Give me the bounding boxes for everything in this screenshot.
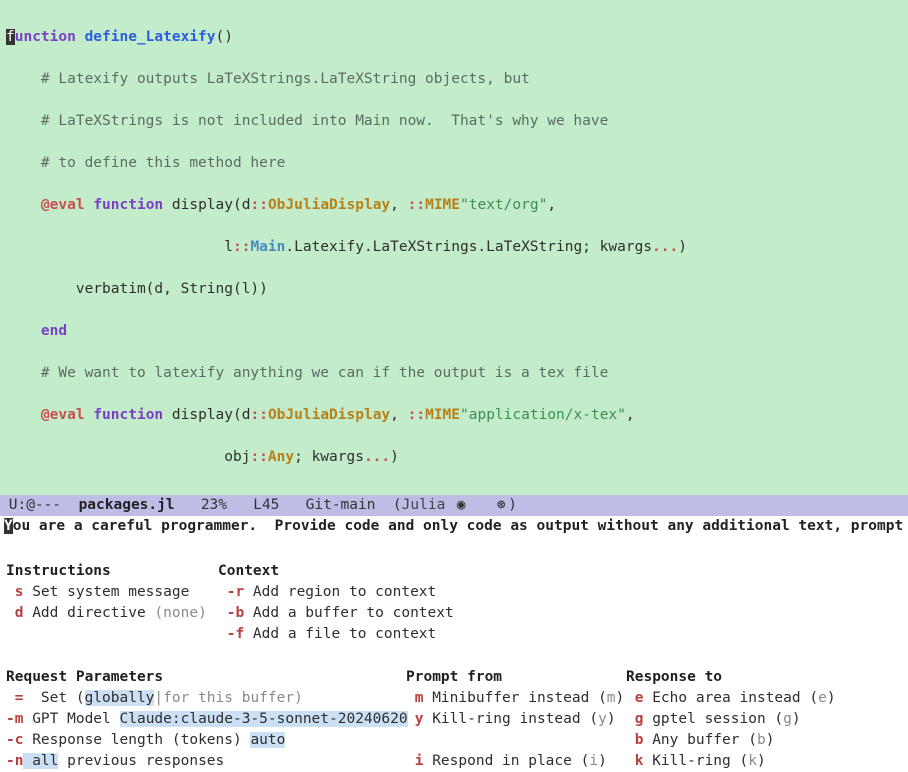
key-k: k (635, 753, 644, 769)
menu-item-add-buffer[interactable]: -b Add a buffer to context (218, 603, 468, 624)
code-line: @eval function display(d::ObJuliaDisplay… (6, 405, 908, 426)
module-main: Main (250, 239, 285, 255)
menu-item-resp-killring[interactable]: k Kill-ring (k) (626, 751, 876, 772)
modeline-vc: Git-main (306, 497, 376, 513)
type: ObJuliaDisplay (268, 407, 390, 423)
keyword-function: function (93, 407, 163, 423)
code-line: function define_Latexify() (6, 27, 908, 48)
key-f: -f (227, 626, 244, 642)
code-line: l::Main.Latexify.LaTeXStrings.LaTeXStrin… (6, 237, 908, 258)
type: ObJuliaDisplay (268, 197, 390, 213)
modeline-icon: ◉ (454, 495, 468, 516)
menu-item-add-file[interactable]: -f Add a file to context (218, 624, 468, 645)
minibuffer-cursor: Y (4, 518, 13, 534)
modeline-line: L45 (253, 497, 279, 513)
keyword-function: function (93, 197, 163, 213)
menu-item-set-system[interactable]: s Set system message (6, 582, 206, 603)
section-instructions: Instructions (6, 561, 206, 582)
menu-item-response-length[interactable]: -c Response length (tokens) auto (6, 730, 406, 751)
section-response-to: Response to (626, 667, 876, 688)
key-c-flag: -c (6, 732, 23, 748)
section-request-params: Request Parameters (6, 667, 406, 688)
keyword-function: unction (15, 29, 76, 45)
menu-item-resp-gptel[interactable]: g gptel session (g) (626, 709, 876, 730)
menu-item-add-directive[interactable]: d Add directive (none) (6, 603, 206, 624)
prev-responses-value: all (23, 753, 58, 769)
menu-item-prev-responses[interactable]: -n all previous responses (6, 751, 406, 772)
keyword-end: end (41, 323, 67, 339)
type: MIME (425, 407, 460, 423)
key-equals: = (6, 690, 23, 706)
key-y: y (415, 711, 424, 727)
modeline-mode: Julia (402, 497, 446, 513)
code-line: obj::Any; kwargs...) (6, 447, 908, 468)
modeline-filename: packages.jl (70, 497, 175, 513)
comment: # LaTeXStrings is not included into Main… (6, 111, 908, 132)
code-line: verbatim(d, String(l)) (6, 279, 908, 300)
menu-item-resp-echo[interactable]: e Echo area instead (e) (626, 688, 876, 709)
string: "application/x-tex" (460, 407, 626, 423)
transient-menu: Instructions s Set system message d Add … (0, 537, 908, 772)
modeline: U:@--- packages.jl 23% L45 Git-main (Jul… (0, 495, 908, 516)
key-i: i (415, 753, 424, 769)
macro: @eval (41, 407, 85, 423)
modeline-percent: 23% (201, 497, 227, 513)
menu-item-model[interactable]: -m GPT Model Claude:claude-3-5-sonnet-20… (6, 709, 406, 730)
section-context: Context (218, 561, 468, 582)
macro: @eval (41, 197, 85, 213)
key-m: m (415, 690, 424, 706)
model-value: Claude:claude-3-5-sonnet-20240620 (120, 711, 408, 727)
indent (6, 197, 41, 213)
key-g: g (635, 711, 644, 727)
key-m-flag: -m (6, 711, 23, 727)
comment: # We want to latexify anything we can if… (6, 363, 908, 384)
code-editor[interactable]: function define_Latexify() # Latexify ou… (0, 0, 908, 495)
comment: # Latexify outputs LaTeXStrings.LaTeXStr… (6, 69, 908, 90)
menu-item-add-region[interactable]: -r Add region to context (218, 582, 468, 603)
key-e: e (635, 690, 644, 706)
scope-value: globally (85, 690, 155, 706)
code-text: () (216, 29, 233, 45)
key-r: -r (227, 584, 244, 600)
minibuffer-text: ou are a careful programmer. Provide cod… (13, 518, 908, 534)
string: "text/org" (460, 197, 547, 213)
key-b: -b (227, 605, 244, 621)
key-n-flag: -n (6, 753, 23, 769)
minibuffer[interactable]: You are a careful programmer. Provide co… (0, 516, 908, 537)
menu-item-prompt-killring[interactable]: y Kill-ring instead (y) (406, 709, 626, 730)
menu-item-set-scope[interactable]: = Set (globally|for this buffer) (6, 688, 406, 709)
code-line: end (6, 321, 908, 342)
spacer (406, 730, 626, 751)
comment: # to define this method here (6, 153, 908, 174)
type: Any (268, 449, 294, 465)
function-name: define_Latexify (76, 29, 216, 45)
menu-item-resp-buffer[interactable]: b Any buffer (b) (626, 730, 876, 751)
key-d: d (15, 605, 24, 621)
section-prompt-from: Prompt from (406, 667, 626, 688)
cursor: f (6, 29, 15, 45)
key-s: s (15, 584, 24, 600)
tokens-value: auto (250, 732, 285, 748)
type: MIME (425, 197, 460, 213)
menu-item-respond-in-place[interactable]: i Respond in place (i) (406, 751, 626, 772)
modeline-status: U:@--- (0, 497, 70, 513)
key-b: b (635, 732, 644, 748)
directive-value: (none) (154, 605, 206, 621)
code-line: @eval function display(d::ObJuliaDisplay… (6, 195, 908, 216)
menu-item-prompt-minibuffer[interactable]: m Minibuffer instead (m) (406, 688, 626, 709)
modeline-icon: ⊛ (494, 495, 508, 516)
